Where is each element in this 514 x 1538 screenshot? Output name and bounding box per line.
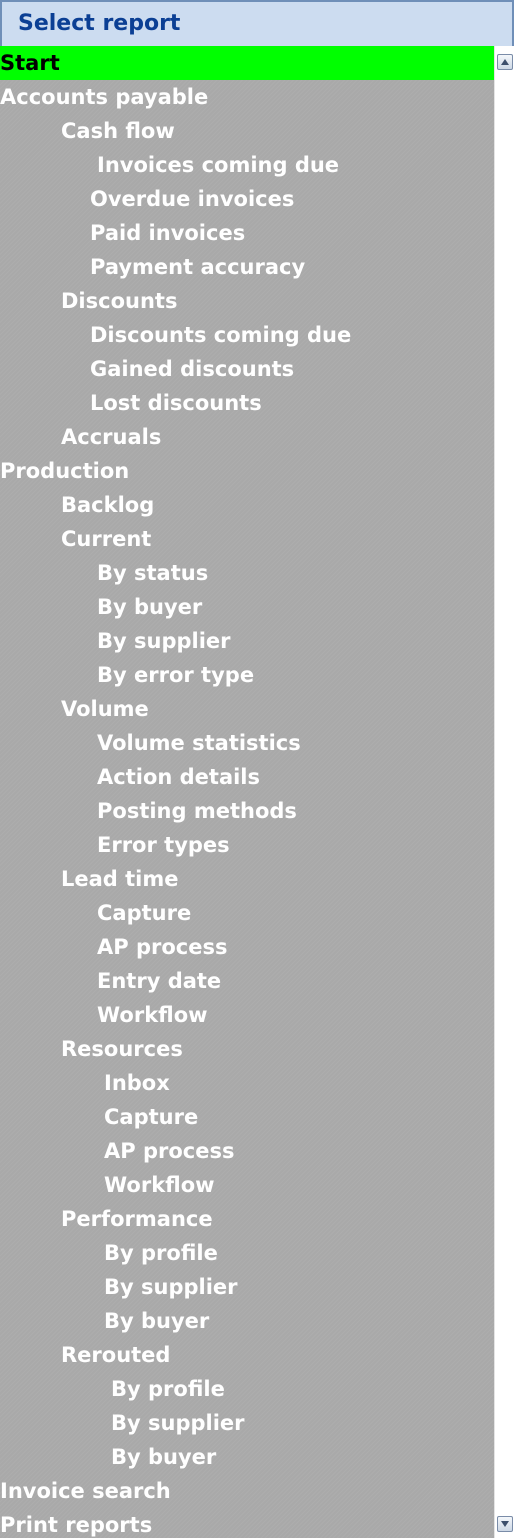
report-item-print-reports[interactable]: Print reports [0,1508,494,1538]
report-item-discounts-coming-due[interactable]: Discounts coming due [0,318,494,352]
down-triangle-icon [501,1521,509,1527]
up-triangle-icon [501,59,509,65]
report-item-cash-flow[interactable]: Cash flow [0,114,494,148]
report-item-performance-by-profile[interactable]: By profile [0,1236,494,1270]
report-item-accounts-payable[interactable]: Accounts payable [0,80,494,114]
report-item-current-by-status[interactable]: By status [0,556,494,590]
report-item-invoices-coming-due[interactable]: Invoices coming due [0,148,494,182]
report-item-current-by-error-type[interactable]: By error type [0,658,494,692]
report-item-overdue-invoices[interactable]: Overdue invoices [0,182,494,216]
report-item-paid-invoices[interactable]: Paid invoices [0,216,494,250]
report-item-resources-workflow[interactable]: Workflow [0,1168,494,1202]
report-item-lead-time-ap-process[interactable]: AP process [0,930,494,964]
report-item-lead-time[interactable]: Lead time [0,862,494,896]
report-item-performance[interactable]: Performance [0,1202,494,1236]
report-item-production[interactable]: Production [0,454,494,488]
report-item-discounts[interactable]: Discounts [0,284,494,318]
report-item-lead-time-entry-date[interactable]: Entry date [0,964,494,998]
report-item-performance-by-supplier[interactable]: By supplier [0,1270,494,1304]
report-item-accruals[interactable]: Accruals [0,420,494,454]
vertical-scrollbar[interactable] [494,46,514,1538]
report-item-volume-statistics[interactable]: Volume statistics [0,726,494,760]
report-item-error-types[interactable]: Error types [0,828,494,862]
report-item-start[interactable]: Start [0,46,494,80]
report-item-lead-time-workflow[interactable]: Workflow [0,998,494,1032]
report-item-payment-accuracy[interactable]: Payment accuracy [0,250,494,284]
scroll-up-arrow-icon[interactable] [497,54,513,70]
report-item-lead-time-capture[interactable]: Capture [0,896,494,930]
report-item-resources-ap-process[interactable]: AP process [0,1134,494,1168]
select-report-panel: Select report Start Accounts payable Cas… [0,0,514,1538]
report-item-resources-inbox[interactable]: Inbox [0,1066,494,1100]
report-item-posting-methods[interactable]: Posting methods [0,794,494,828]
report-item-lost-discounts[interactable]: Lost discounts [0,386,494,420]
report-item-current-by-buyer[interactable]: By buyer [0,590,494,624]
scroll-down-arrow-icon[interactable] [497,1516,513,1532]
panel-title: Select report [18,11,181,36]
report-item-backlog[interactable]: Backlog [0,488,494,522]
report-item-performance-by-buyer[interactable]: By buyer [0,1304,494,1338]
panel-header: Select report [0,0,514,46]
report-tree-list[interactable]: Start Accounts payable Cash flow Invoice… [0,46,494,1538]
report-item-gained-discounts[interactable]: Gained discounts [0,352,494,386]
report-item-rerouted-by-buyer[interactable]: By buyer [0,1440,494,1474]
report-item-volume[interactable]: Volume [0,692,494,726]
report-item-rerouted-by-supplier[interactable]: By supplier [0,1406,494,1440]
report-item-rerouted-by-profile[interactable]: By profile [0,1372,494,1406]
report-item-current-by-supplier[interactable]: By supplier [0,624,494,658]
report-item-rerouted[interactable]: Rerouted [0,1338,494,1372]
report-item-action-details[interactable]: Action details [0,760,494,794]
report-item-resources[interactable]: Resources [0,1032,494,1066]
report-item-invoice-search[interactable]: Invoice search [0,1474,494,1508]
report-item-current[interactable]: Current [0,522,494,556]
report-item-resources-capture[interactable]: Capture [0,1100,494,1134]
